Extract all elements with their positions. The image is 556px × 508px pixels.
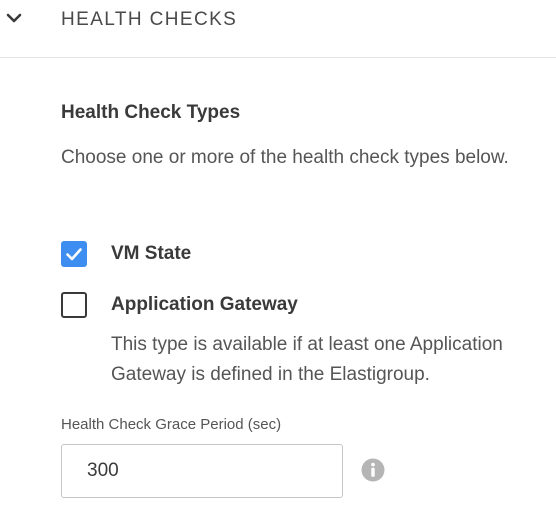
grace-period-input[interactable] bbox=[61, 444, 343, 498]
application-gateway-checkbox[interactable] bbox=[61, 292, 87, 318]
section-divider bbox=[0, 57, 556, 58]
application-gateway-help-text: This type is available if at least one A… bbox=[111, 334, 503, 385]
option-application-gateway[interactable]: Application Gateway bbox=[61, 290, 298, 320]
health-checks-panel: HEALTH CHECKS Health Check Types Choose … bbox=[0, 0, 556, 508]
option-vm-state[interactable]: VM State bbox=[61, 239, 191, 269]
health-check-types-description: Choose one or more of the health check t… bbox=[61, 147, 509, 168]
vm-state-label: VM State bbox=[111, 243, 192, 264]
vm-state-checkbox[interactable] bbox=[61, 241, 87, 267]
info-icon[interactable] bbox=[361, 458, 385, 482]
grace-period-label: Health Check Grace Period (sec) bbox=[61, 416, 282, 433]
checkmark-icon bbox=[66, 248, 82, 261]
chevron-down-icon[interactable] bbox=[6, 10, 22, 26]
health-check-types-title: Health Check Types bbox=[61, 102, 241, 123]
application-gateway-label: Application Gateway bbox=[111, 294, 298, 315]
section-title: HEALTH CHECKS bbox=[61, 9, 238, 30]
section-header-health-checks[interactable]: HEALTH CHECKS bbox=[0, 0, 556, 42]
